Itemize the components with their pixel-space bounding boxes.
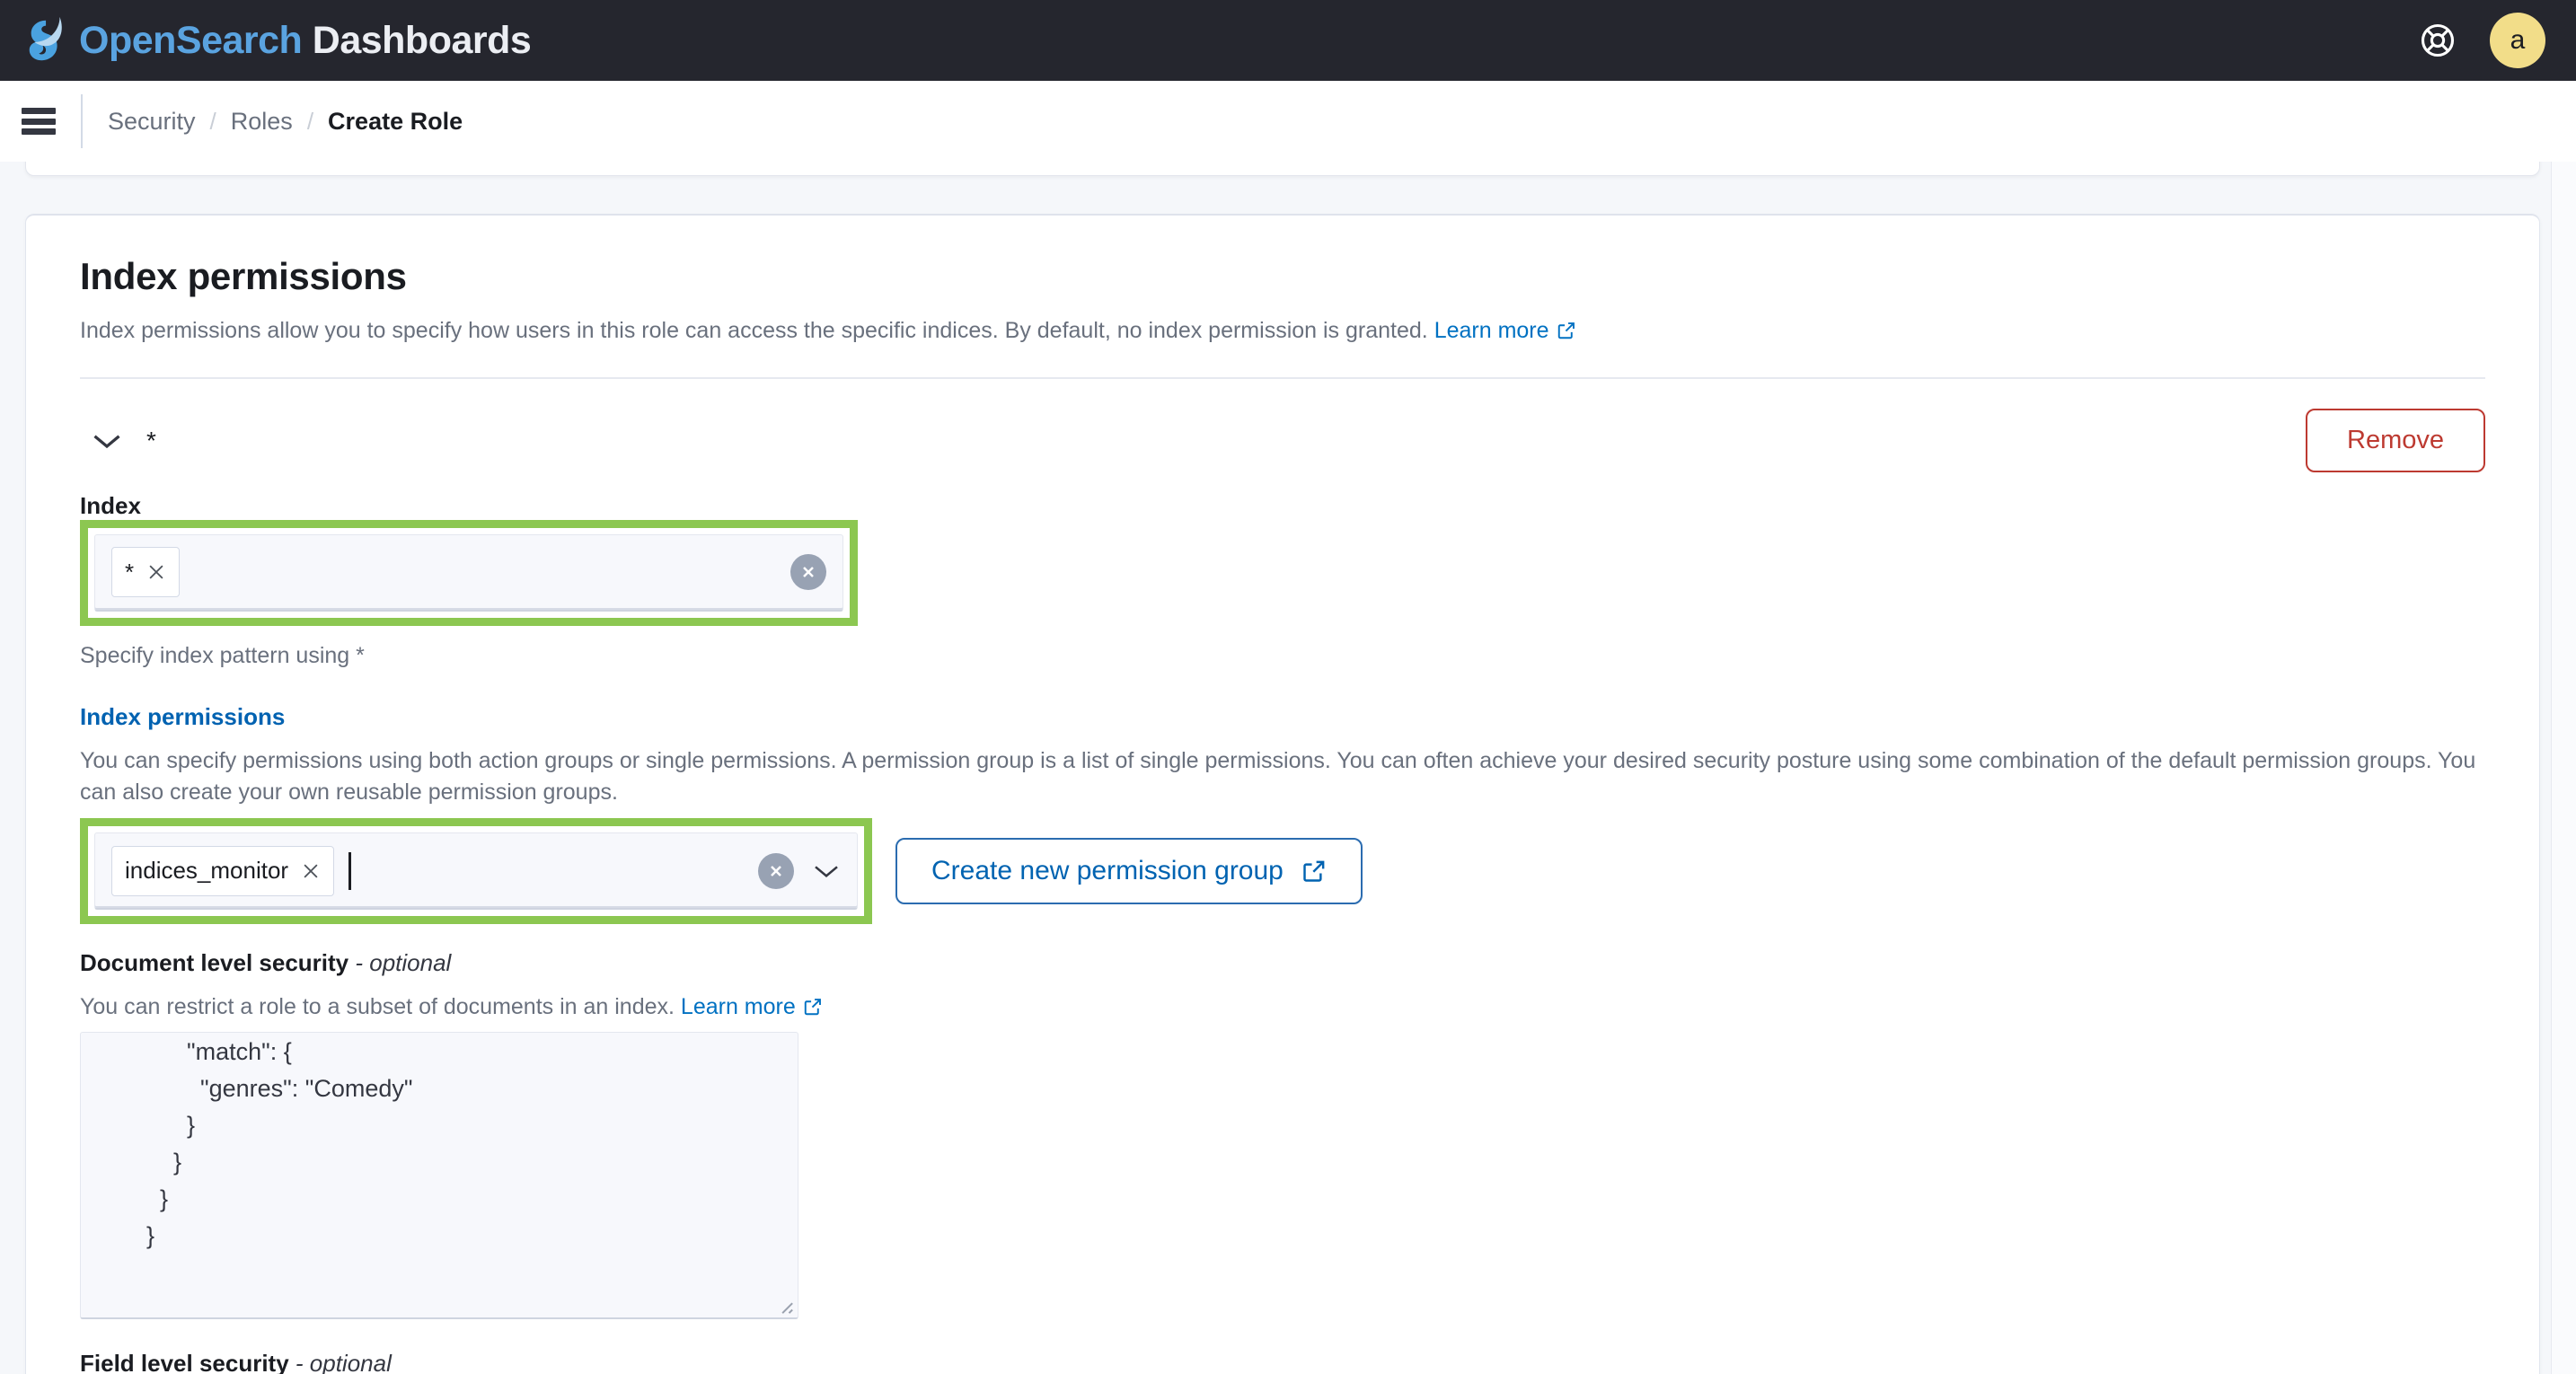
page-title: Index permissions: [80, 216, 2485, 298]
panel-description-text: Index permissions allow you to specify h…: [80, 318, 1428, 343]
external-link-icon: [1301, 859, 1327, 884]
clear-all-icon[interactable]: [758, 853, 794, 889]
page-body: Index permissions Index permissions allo…: [0, 162, 2576, 1374]
hamburger-menu-icon[interactable]: [22, 108, 56, 135]
resize-handle-icon: [774, 1295, 794, 1315]
index-permissions-highlight: indices_monitor: [80, 818, 872, 924]
external-link-icon: [1557, 321, 1576, 340]
document-level-security-title: Document level security: [80, 949, 348, 976]
clear-glyph: [799, 563, 817, 581]
avatar[interactable]: a: [2490, 13, 2545, 68]
brand-logo-link[interactable]: OpenSearch Dashboards: [20, 0, 531, 81]
breadcrumb-separator: /: [210, 108, 216, 136]
close-glyph: [301, 861, 321, 881]
index-permissions-combo-box[interactable]: indices_monitor: [94, 832, 858, 910]
index-field-help-text: Specify index pattern using *: [80, 640, 2485, 672]
index-permissions-row: indices_monitor Create n: [80, 818, 2485, 924]
accordion-label: *: [146, 427, 156, 455]
vertical-scrollbar[interactable]: [2551, 162, 2576, 1374]
index-pill-label: *: [125, 559, 134, 586]
chevron-down-glyph: [91, 431, 123, 451]
text-cursor: [348, 852, 351, 890]
index-permission-accordion-header: * Remove: [80, 402, 2485, 480]
document-level-security-query-text: "must": { "match": { "genres": "Comedy" …: [106, 1032, 412, 1255]
index-combo-box[interactable]: *: [94, 534, 843, 612]
clear-all-icon[interactable]: [790, 554, 826, 590]
document-level-security-label: Document level security - optional: [80, 949, 2485, 977]
panel-description: Index permissions allow you to specify h…: [80, 316, 2485, 347]
brand-title-secondary: Dashboards: [302, 19, 531, 62]
previous-section-card: [25, 162, 2540, 176]
learn-more-link[interactable]: Learn more: [1434, 318, 1549, 343]
section-divider: [80, 377, 2485, 379]
document-level-security-description-text: You can restrict a role to a subset of d…: [80, 994, 675, 1019]
lifebuoy-icon[interactable]: [2418, 21, 2457, 60]
index-field-label: Index: [80, 492, 2485, 520]
document-level-security-optional: - optional: [348, 949, 451, 976]
clear-glyph: [767, 862, 785, 880]
breadcrumb: Security / Roles / Create Role: [108, 108, 463, 136]
index-permissions-panel: Index permissions Index permissions allo…: [25, 214, 2540, 1374]
breadcrumb-item-create-role: Create Role: [328, 108, 463, 136]
breadcrumb-item-roles[interactable]: Roles: [231, 108, 293, 136]
permission-pill[interactable]: indices_monitor: [111, 846, 334, 896]
brand-title-primary: OpenSearch: [79, 19, 302, 62]
breadcrumb-item-security[interactable]: Security: [108, 108, 196, 136]
breadcrumb-divider: [81, 94, 83, 148]
learn-more-link[interactable]: Learn more: [681, 994, 796, 1019]
external-link-icon: [803, 997, 823, 1017]
document-level-security-query-textarea[interactable]: "must": { "match": { "genres": "Comedy" …: [80, 1032, 798, 1319]
permission-pill-label: indices_monitor: [125, 857, 288, 885]
remove-button[interactable]: Remove: [2306, 409, 2485, 472]
index-field-highlight: *: [80, 520, 858, 626]
field-level-security-label: Field level security - optional: [80, 1350, 2485, 1374]
breadcrumb-separator: /: [307, 108, 313, 136]
create-new-permission-group-button[interactable]: Create new permission group: [895, 838, 1363, 904]
close-glyph: [146, 562, 166, 582]
brand-title: OpenSearch Dashboards: [79, 19, 531, 63]
index-pill[interactable]: *: [111, 547, 180, 597]
chevron-down-icon[interactable]: [87, 421, 127, 461]
close-icon[interactable]: [301, 861, 321, 881]
top-bar-actions: a: [2418, 13, 2576, 68]
top-navigation-bar: OpenSearch Dashboards a: [0, 0, 2576, 81]
close-icon[interactable]: [146, 562, 166, 582]
field-level-security-optional: - optional: [289, 1350, 392, 1374]
opensearch-logo-icon: [20, 15, 75, 66]
create-new-permission-group-label: Create new permission group: [931, 856, 1284, 886]
chevron-down-icon[interactable]: [812, 862, 841, 880]
field-level-security-title: Field level security: [80, 1350, 289, 1374]
index-permissions-label[interactable]: Index permissions: [80, 703, 2485, 731]
chevron-down-glyph: [812, 862, 841, 880]
breadcrumb-bar: Security / Roles / Create Role: [0, 81, 2576, 162]
document-level-security-description: You can restrict a role to a subset of d…: [80, 991, 2485, 1023]
index-permissions-description: You can specify permissions using both a…: [80, 745, 2485, 807]
